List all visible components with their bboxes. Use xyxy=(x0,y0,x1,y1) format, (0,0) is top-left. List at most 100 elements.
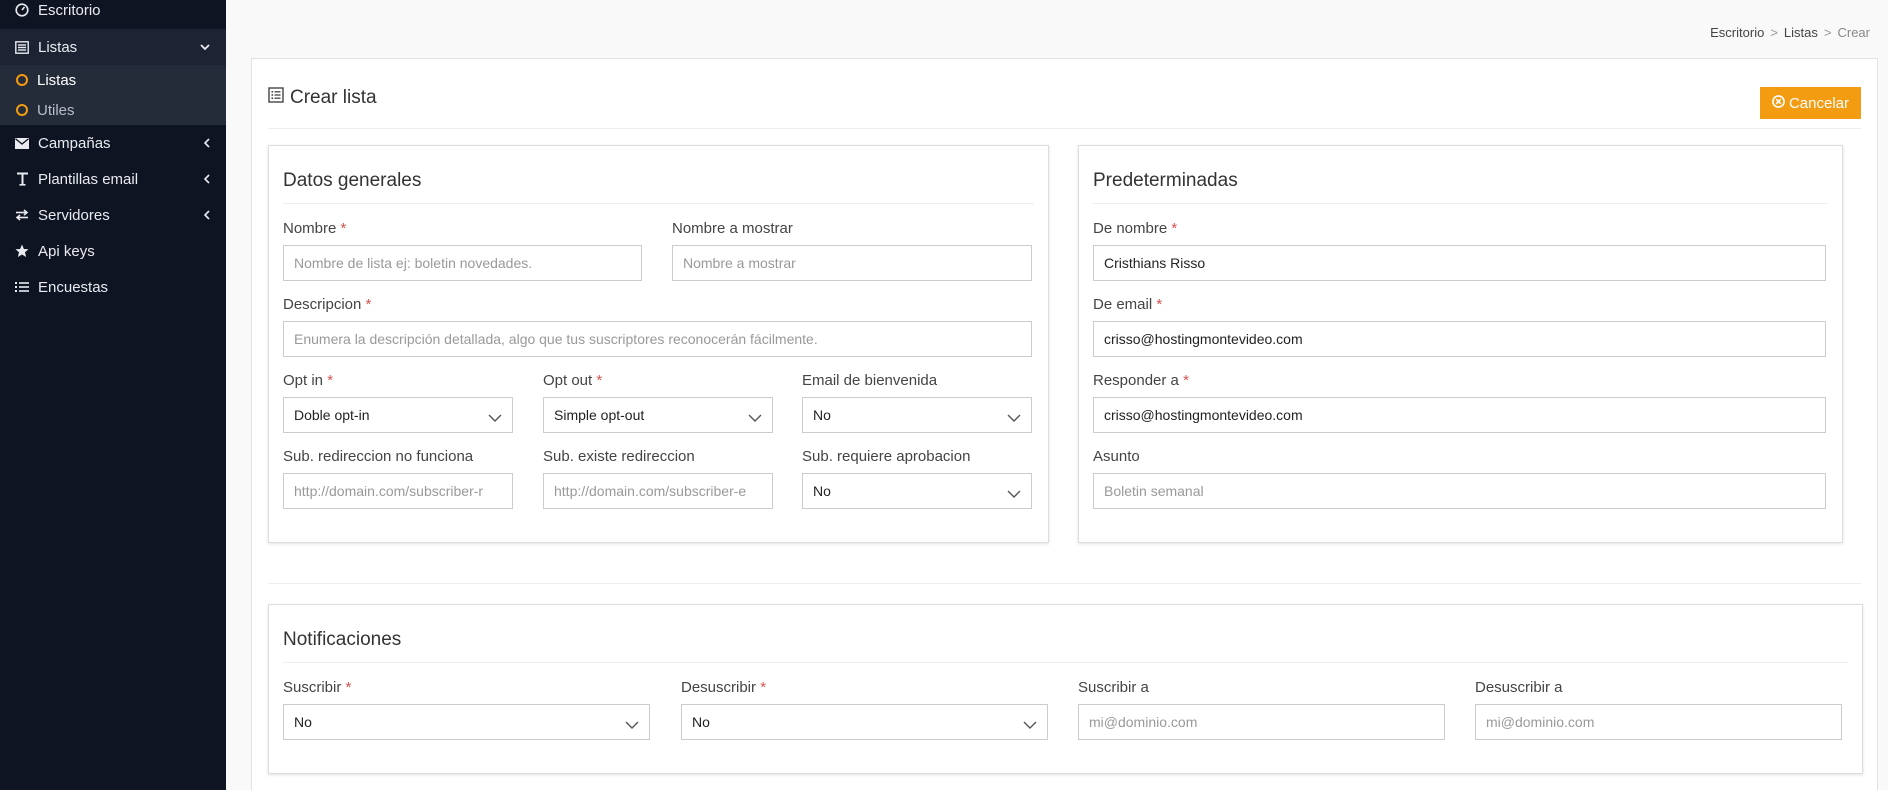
responder-a-input[interactable]: crisso@hostingmontevideo.com xyxy=(1093,397,1826,433)
sidebar-item-label: Campañas xyxy=(38,134,111,152)
required-mark: * xyxy=(596,372,603,389)
nombre-input[interactable]: Nombre de lista ej: boletin novedades. xyxy=(283,245,642,281)
chevron-down-icon xyxy=(1007,486,1021,502)
redireccion-no-funciona-input[interactable]: http://domain.com/subscriber-r xyxy=(283,473,513,509)
opt-in-select[interactable]: Doble opt-in xyxy=(283,397,513,433)
field-desuscribir: Desuscribir * No xyxy=(681,678,1048,740)
list-alt-icon xyxy=(268,87,284,109)
select-value: Doble opt-in xyxy=(294,407,370,423)
field-descripcion: Descripcion * Enumera la descripción det… xyxy=(283,295,1032,357)
field-de-email: De email * crisso@hostingmontevideo.com xyxy=(1093,295,1826,357)
sidebar-item-servidores[interactable]: Servidores xyxy=(0,197,226,233)
asunto-input[interactable]: Boletin semanal xyxy=(1093,473,1826,509)
breadcrumb: Escritorio > Listas > Crear xyxy=(1710,25,1870,40)
field-label: De email * xyxy=(1093,296,1163,313)
envelope-icon xyxy=(13,137,31,149)
required-mark: * xyxy=(1156,296,1163,313)
field-label: Nombre a mostrar xyxy=(672,220,793,237)
circle-icon xyxy=(16,74,28,86)
divider xyxy=(283,203,1034,204)
divider xyxy=(268,128,1861,129)
field-label: Nombre * xyxy=(283,220,347,237)
field-nombre: Nombre * Nombre de lista ej: boletin nov… xyxy=(283,219,642,281)
requiere-aprobacion-select[interactable]: No xyxy=(802,473,1032,509)
chevron-down-icon xyxy=(1007,410,1021,426)
field-requiere-aprobacion: Sub. requiere aprobacion No xyxy=(802,447,1032,509)
sidebar-item-label: Plantillas email xyxy=(38,170,139,188)
cancel-button-label: Cancelar xyxy=(1788,94,1849,112)
desuscribir-a-input[interactable]: mi@dominio.com xyxy=(1475,704,1842,740)
existe-redireccion-input[interactable]: http://domain.com/subscriber-e xyxy=(543,473,773,509)
cancel-button[interactable]: Cancelar xyxy=(1759,87,1861,119)
email-bienvenida-select[interactable]: No xyxy=(802,397,1032,433)
submenu-item-label: Utiles xyxy=(37,101,75,119)
select-value: Simple opt-out xyxy=(554,407,645,423)
sidebar-item-encuestas[interactable]: Encuestas xyxy=(0,269,226,305)
sidebar-item-campanas[interactable]: Campañas xyxy=(0,125,226,161)
nombre-mostrar-input[interactable]: Nombre a mostrar xyxy=(672,245,1032,281)
sidebar-item-plantillas[interactable]: Plantillas email xyxy=(0,161,226,197)
dashboard-icon xyxy=(13,3,31,17)
field-responder-a: Responder a * crisso@hostingmontevideo.c… xyxy=(1093,371,1826,433)
panel-title: Notificaciones xyxy=(283,629,402,650)
panel-predeterminadas: Predeterminadas De nombre * Cristhians R… xyxy=(1078,145,1843,543)
suscribir-select[interactable]: No xyxy=(283,704,650,740)
field-asunto: Asunto Boletin semanal xyxy=(1093,447,1826,509)
chevron-left-icon xyxy=(204,125,210,161)
divider xyxy=(283,662,1848,663)
sidebar-item-label: Escritorio xyxy=(38,1,101,19)
field-suscribir-a: Suscribir a mi@dominio.com xyxy=(1078,678,1445,740)
sidebar-item-label: Api keys xyxy=(38,242,95,260)
sidebar: Escritorio Listas Listas Utiles Campañas xyxy=(0,0,226,790)
field-label: Descripcion * xyxy=(283,296,372,313)
breadcrumb-link-listas[interactable]: Listas xyxy=(1784,25,1818,40)
submenu-item-listas[interactable]: Listas xyxy=(16,65,76,95)
required-mark: * xyxy=(327,372,334,389)
star-icon xyxy=(13,244,31,258)
required-mark: * xyxy=(1171,220,1178,237)
select-value: No xyxy=(294,714,312,730)
select-value: No xyxy=(813,483,831,499)
sidebar-item-escritorio[interactable]: Escritorio xyxy=(0,0,226,28)
field-label: Sub. existe redireccion xyxy=(543,448,695,465)
submenu-item-utiles[interactable]: Utiles xyxy=(16,95,75,125)
circle-icon xyxy=(16,104,28,116)
required-mark: * xyxy=(760,679,767,696)
field-label: De nombre * xyxy=(1093,220,1178,237)
sidebar-item-label: Listas xyxy=(38,38,78,56)
field-label: Sub. requiere aprobacion xyxy=(802,448,971,465)
chevron-left-icon xyxy=(204,197,210,233)
sidebar-item-listas[interactable]: Listas xyxy=(0,29,226,65)
breadcrumb-separator: > xyxy=(1823,25,1832,40)
field-redireccion-no-funciona: Sub. redireccion no funciona http://doma… xyxy=(283,447,513,509)
de-nombre-input[interactable]: Cristhians Risso xyxy=(1093,245,1826,281)
field-label: Opt out * xyxy=(543,372,603,389)
de-email-input[interactable]: crisso@hostingmontevideo.com xyxy=(1093,321,1826,357)
field-email-bienvenida: Email de bienvenida No xyxy=(802,371,1032,433)
opt-out-select[interactable]: Simple opt-out xyxy=(543,397,773,433)
chevron-down-icon xyxy=(625,717,639,733)
field-label: Suscribir a xyxy=(1078,679,1149,696)
required-mark: * xyxy=(345,679,352,696)
panel-title: Datos generales xyxy=(283,170,422,191)
descripcion-input[interactable]: Enumera la descripción detallada, algo q… xyxy=(283,321,1032,357)
exchange-icon xyxy=(13,209,31,221)
main-card: Crear lista Cancelar Datos generales Nom… xyxy=(251,58,1878,790)
breadcrumb-link-escritorio[interactable]: Escritorio xyxy=(1710,25,1764,40)
sidebar-item-api-keys[interactable]: Api keys xyxy=(0,233,226,269)
field-label: Responder a * xyxy=(1093,372,1189,389)
field-label: Desuscribir * xyxy=(681,679,767,696)
page-title-wrap: Crear lista xyxy=(268,87,377,109)
select-value: No xyxy=(813,407,831,423)
desuscribir-select[interactable]: No xyxy=(681,704,1048,740)
sidebar-item-label: Encuestas xyxy=(38,278,109,296)
field-existe-redireccion: Sub. existe redireccion http://domain.co… xyxy=(543,447,773,509)
field-nombre-mostrar: Nombre a mostrar Nombre a mostrar xyxy=(672,219,1032,281)
times-circle-icon xyxy=(1772,94,1785,112)
suscribir-a-input[interactable]: mi@dominio.com xyxy=(1078,704,1445,740)
divider xyxy=(1093,203,1828,204)
field-label: Sub. redireccion no funciona xyxy=(283,448,474,465)
submenu-item-label: Listas xyxy=(37,71,77,89)
panel-notificaciones: Notificaciones Suscribir * No Desuscribi… xyxy=(268,604,1863,774)
chevron-down-icon xyxy=(488,410,502,426)
